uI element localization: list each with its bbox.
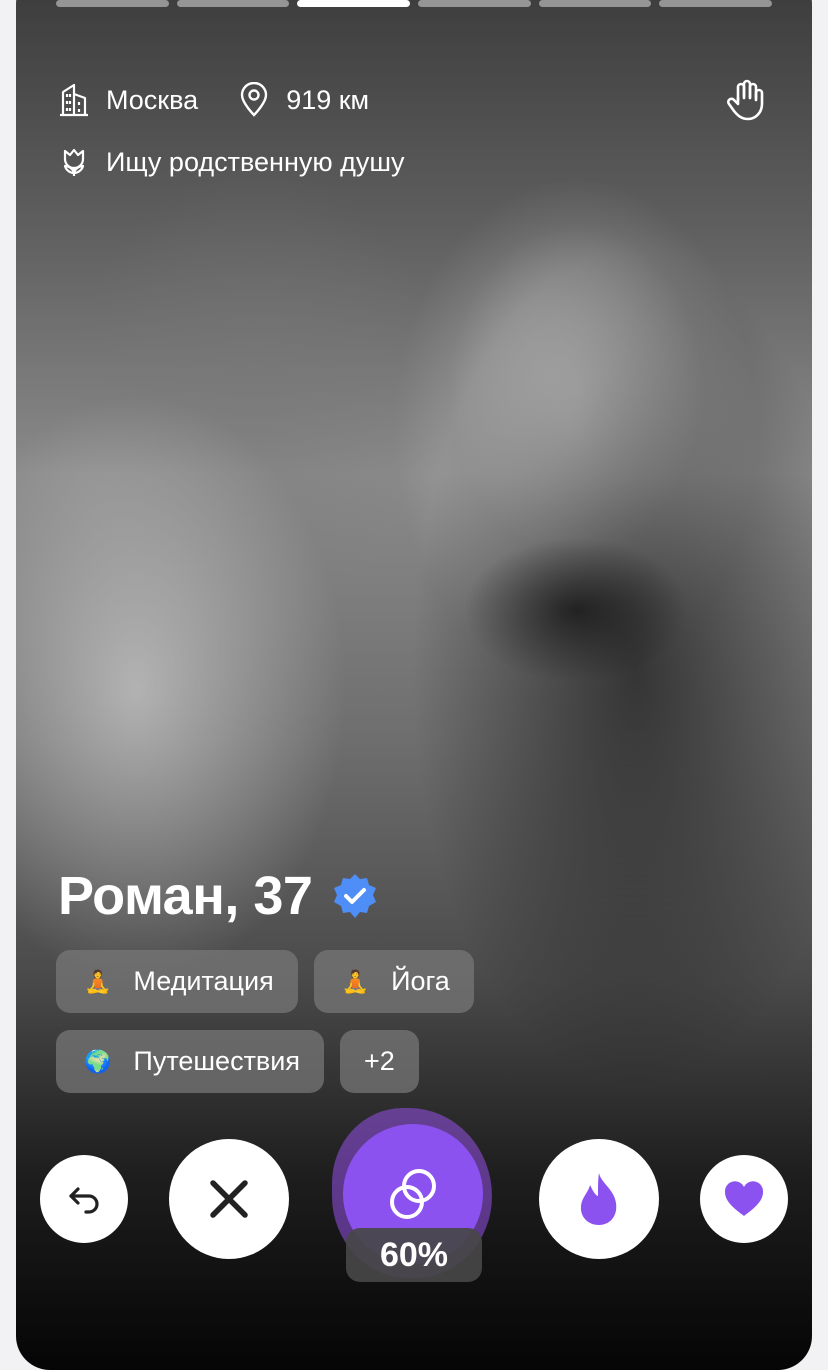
undo-button[interactable] [40, 1155, 128, 1243]
distance-info: 919 км [236, 82, 369, 118]
dislike-button[interactable] [169, 1139, 289, 1259]
interest-tags: 🧘 Медитация 🧘 Йога 🌍 Путешествия +2 [56, 950, 656, 1110]
meditation-icon: 🧘 [84, 968, 112, 994]
distance-label: 919 км [286, 84, 370, 115]
interest-tag-travel[interactable]: 🌍 Путешествия [56, 1030, 324, 1093]
interest-label: Путешествия [133, 1046, 300, 1076]
yoga-icon: 🧘 [341, 968, 370, 994]
city-label: Москва [106, 84, 199, 115]
superlike-button[interactable] [539, 1139, 659, 1259]
compatibility-button[interactable]: 60% [332, 1108, 494, 1284]
city-info: Москва [56, 82, 198, 118]
hand-wave-icon[interactable] [724, 78, 768, 122]
progress-segment-1 [56, 0, 169, 7]
undo-arrow-icon [69, 1187, 99, 1214]
name-age-label: Роман, 37 [58, 866, 313, 926]
progress-segment-4 [418, 0, 531, 7]
close-icon [210, 1180, 248, 1218]
interest-tag-meditation[interactable]: 🧘 Медитация [56, 950, 298, 1013]
interest-more-label: +2 [363, 1046, 395, 1076]
match-percent-badge: 60% [346, 1228, 482, 1282]
photo-progress-bar [56, 0, 773, 7]
verified-badge-icon [330, 871, 380, 921]
heart-icon [724, 1181, 764, 1216]
interest-more-tag[interactable]: +2 [339, 1030, 419, 1093]
profile-name-age: Роман, 37 [58, 865, 380, 927]
progress-segment-6 [659, 0, 773, 7]
location-pin-icon [236, 82, 272, 118]
goal-label: Ищу родственную душу [106, 146, 405, 177]
interest-tag-yoga[interactable]: 🧘 Йога [313, 950, 474, 1013]
progress-segment-5 [538, 0, 652, 7]
flame-icon [580, 1173, 617, 1225]
globe-icon: 🌍 [84, 1048, 112, 1074]
building-icon [56, 82, 92, 118]
interest-label: Йога [391, 966, 450, 996]
profile-card[interactable]: Москва 919 км Ищу родственную душу Роман… [16, 0, 812, 1370]
action-bar: 60% [16, 1108, 812, 1282]
like-button[interactable] [700, 1155, 788, 1243]
location-row: Москва 919 км [56, 82, 407, 118]
interest-label: Медитация [133, 966, 274, 996]
match-percent-label: 60% [379, 1235, 449, 1274]
goal-row: Ищу родственную душу [56, 144, 405, 180]
rings-icon [390, 1169, 436, 1219]
progress-segment-3 [297, 0, 411, 7]
tulip-icon [56, 144, 92, 180]
progress-segment-2 [176, 0, 290, 7]
